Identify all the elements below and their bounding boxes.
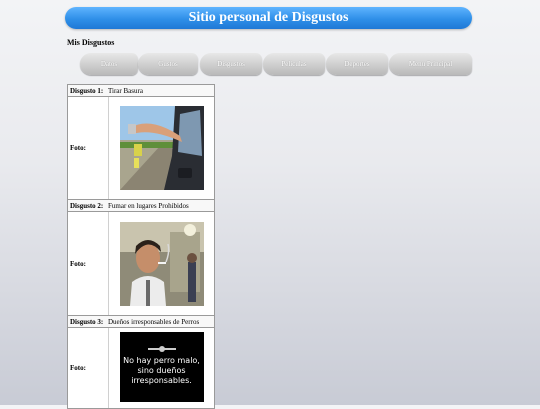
poster-line-2: sino dueños bbox=[137, 366, 186, 375]
row-value: Dueños irresponsables de Perros bbox=[108, 317, 200, 326]
nav-tab-deportes[interactable]: Deportes bbox=[326, 53, 388, 75]
nav-tab-peliculas[interactable]: Peliculas bbox=[263, 53, 325, 75]
photo-row: Foto: bbox=[68, 97, 214, 200]
row-label: Disgusto 3: bbox=[70, 317, 104, 326]
photo-row: Foto: No hay perro malo, sino dueños irr… bbox=[68, 328, 214, 408]
site-title: Sitio personal de Disgustos bbox=[188, 10, 349, 25]
page-subtitle: Mis Disgustos bbox=[67, 38, 115, 47]
row-value: Fumar en lugares Prohibidos bbox=[108, 201, 189, 210]
table-row: Disgusto 1: Tirar Basura bbox=[68, 85, 214, 97]
poster-logo-icon bbox=[147, 346, 176, 352]
poster-line-3: irresponsables. bbox=[131, 376, 192, 385]
table-row: Disgusto 3: Dueños irresponsables de Per… bbox=[68, 316, 214, 328]
photo-row: Foto: bbox=[68, 212, 214, 316]
nav-tab-datos[interactable]: Datos bbox=[80, 53, 138, 75]
main-nav: Datos Gustos Disgustos Peliculas Deporte… bbox=[80, 53, 475, 76]
nav-tab-menu-principal[interactable]: Menu Principal bbox=[389, 53, 472, 75]
site-banner: Sitio personal de Disgustos bbox=[65, 7, 472, 29]
row-value: Tirar Basura bbox=[108, 86, 143, 95]
photo-label: Foto: bbox=[68, 212, 109, 315]
nav-tab-disgustos[interactable]: Disgustos bbox=[200, 53, 262, 75]
dog-owner-poster: No hay perro malo, sino dueños irrespons… bbox=[119, 332, 204, 402]
disgustos-table: Disgusto 1: Tirar Basura Foto: Disgusto … bbox=[67, 84, 215, 409]
row-label: Disgusto 2: bbox=[70, 201, 104, 210]
table-row: Disgusto 2: Fumar en lugares Prohibidos bbox=[68, 200, 214, 212]
littering-from-car-photo bbox=[119, 106, 204, 190]
row-label: Disgusto 1: bbox=[70, 86, 104, 95]
photo-label: Foto: bbox=[68, 97, 109, 199]
photo-label: Foto: bbox=[68, 328, 109, 408]
poster-line-1: No hay perro malo, bbox=[123, 356, 200, 365]
nav-tab-gustos[interactable]: Gustos bbox=[138, 53, 198, 75]
smoking-man-photo bbox=[119, 221, 204, 306]
